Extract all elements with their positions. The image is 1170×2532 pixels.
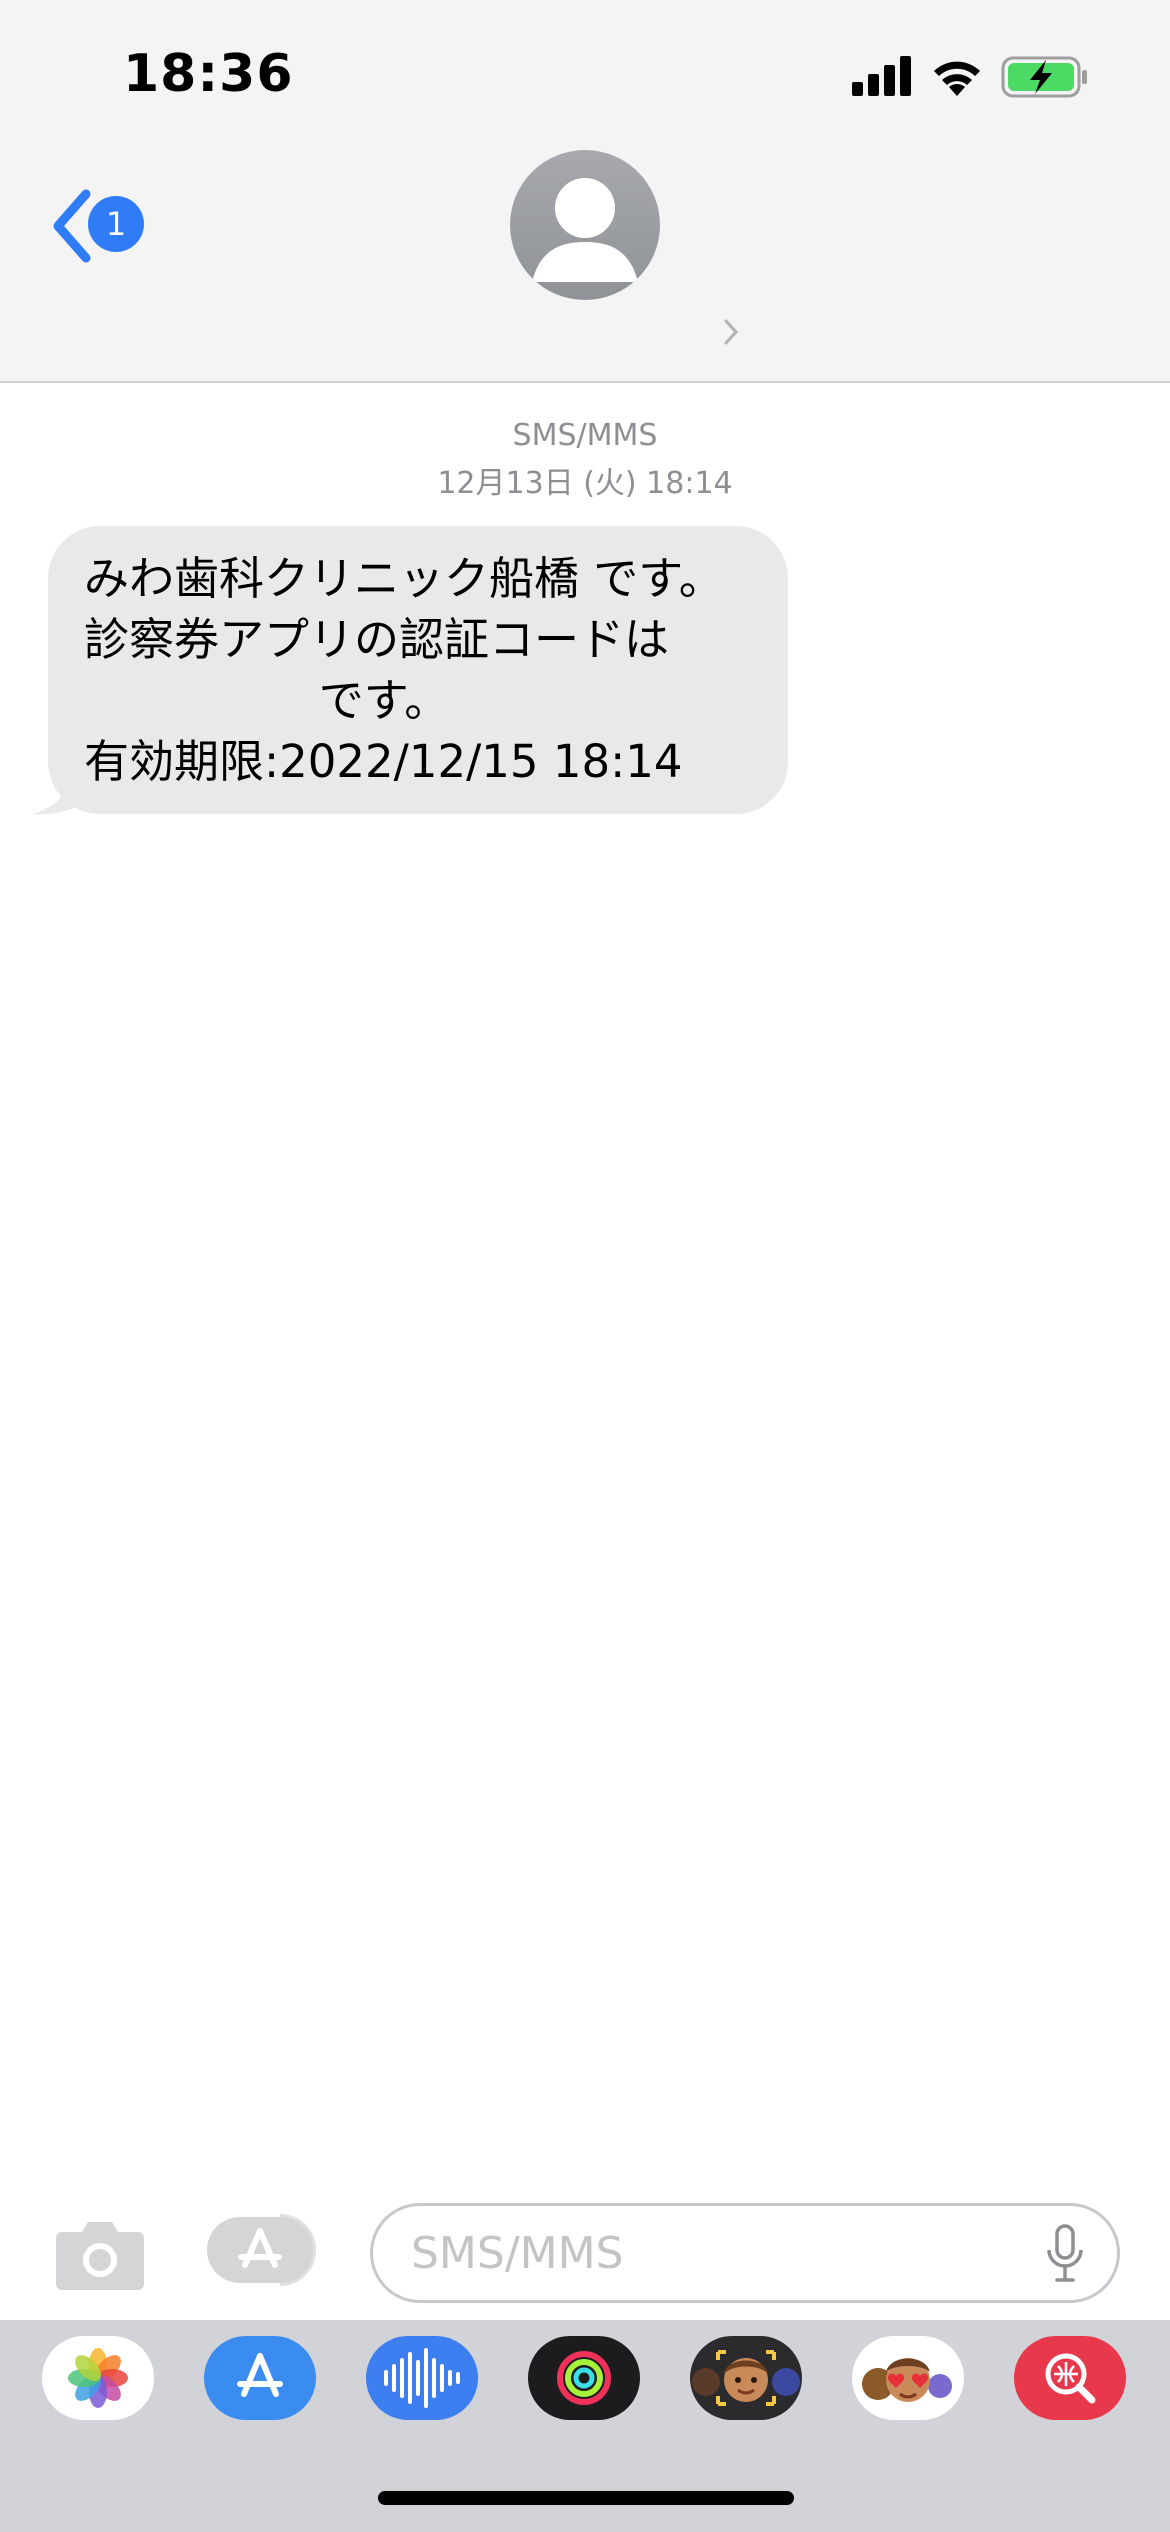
activity-icon bbox=[557, 2351, 611, 2405]
app-store-app-button[interactable] bbox=[204, 2336, 316, 2420]
message-line-4: 有効期限:2022/12/15 18:14 bbox=[84, 735, 683, 788]
app-store-icon bbox=[237, 2353, 283, 2397]
app-store-button-icon[interactable] bbox=[205, 2213, 320, 2287]
person-silhouette-icon bbox=[532, 178, 638, 282]
memoji-app-button[interactable] bbox=[690, 2336, 802, 2420]
audio-messages-app-button[interactable] bbox=[366, 2336, 478, 2420]
message-input-field[interactable]: SMS/MMS bbox=[370, 2203, 1120, 2303]
status-icons bbox=[852, 56, 1087, 98]
activity-app-button[interactable] bbox=[528, 2336, 640, 2420]
memoji-stickers-icon bbox=[862, 2358, 952, 2402]
home-indicator[interactable] bbox=[378, 2491, 794, 2505]
conversation-header: 18:36 1 bbox=[0, 0, 1170, 383]
image-search-app-button[interactable] bbox=[1014, 2336, 1126, 2420]
incoming-message-bubble[interactable]: みわ歯科クリニック船橋 です。 診察券アプリの認証コードは です。 有効期限:2… bbox=[48, 526, 788, 814]
message-line-3: です。 bbox=[318, 674, 450, 727]
audio-messages-icon bbox=[384, 2348, 460, 2408]
wifi-icon bbox=[934, 61, 980, 96]
cellular-signal-icon bbox=[852, 56, 911, 96]
battery-charging-icon bbox=[1001, 56, 1087, 98]
photos-icon bbox=[68, 2348, 128, 2408]
search-images-icon bbox=[1045, 2353, 1096, 2404]
message-timestamp: 12月13日 (火) 18:14 bbox=[437, 466, 733, 501]
unread-badge[interactable]: 1 bbox=[88, 196, 144, 252]
camera-icon[interactable] bbox=[54, 2218, 146, 2292]
memoji-icon bbox=[692, 2350, 800, 2406]
contact-details-chevron-icon[interactable] bbox=[722, 318, 742, 346]
memoji-stickers-app-button[interactable] bbox=[852, 2336, 964, 2420]
message-input-placeholder: SMS/MMS bbox=[411, 2228, 624, 2279]
message-line-1: みわ歯科クリニック船橋 です。 bbox=[84, 552, 724, 605]
contact-avatar[interactable] bbox=[510, 150, 660, 300]
message-line-2: 診察券アプリの認証コードは bbox=[84, 613, 670, 666]
microphone-icon[interactable] bbox=[1045, 2224, 1085, 2284]
service-label: SMS/MMS bbox=[512, 418, 658, 453]
status-time: 18:36 bbox=[123, 44, 294, 104]
photos-app-button[interactable] bbox=[42, 2336, 154, 2420]
